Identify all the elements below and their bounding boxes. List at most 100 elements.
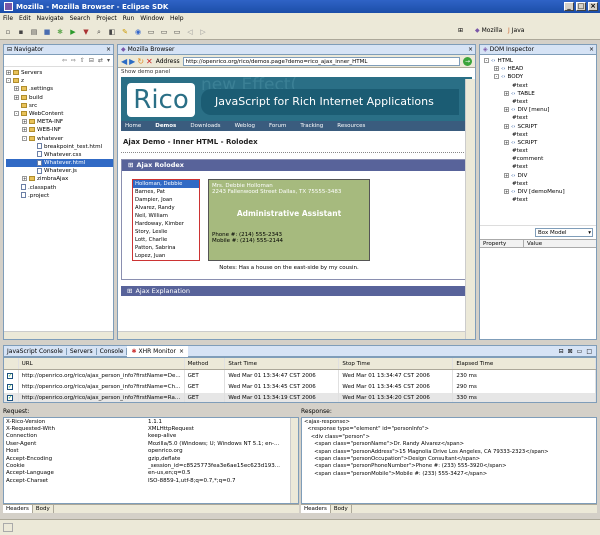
nav-up-icon[interactable]: ⇧ bbox=[80, 57, 85, 64]
collapse-icon[interactable]: - bbox=[484, 58, 489, 63]
site-nav-forum[interactable]: Forum bbox=[269, 123, 286, 129]
request-tab-headers[interactable]: Headers bbox=[3, 505, 33, 513]
go-button[interactable]: → bbox=[463, 56, 472, 66]
edit-icon[interactable]: ✎ bbox=[120, 27, 130, 37]
request-header-row[interactable]: X-Requested-With XMLHttpRequest bbox=[4, 425, 280, 432]
response-tab-body[interactable]: Body bbox=[331, 505, 352, 513]
dom-node[interactable]: #text bbox=[484, 163, 596, 171]
navigator-tree-item[interactable]: breakpoint_test.html bbox=[6, 143, 113, 151]
navigator-close-icon[interactable]: × bbox=[106, 46, 111, 53]
menu-navigate[interactable]: Navigate bbox=[37, 15, 64, 22]
run-icon[interactable]: ▶ bbox=[68, 27, 78, 37]
dom-node[interactable]: #comment bbox=[484, 155, 596, 163]
new-server-icon[interactable]: ■ bbox=[42, 27, 52, 37]
menu-window[interactable]: Window bbox=[140, 15, 164, 22]
expand-icon[interactable]: + bbox=[14, 86, 19, 92]
name-list-item[interactable]: Alvarez, Randy bbox=[133, 204, 199, 212]
property-column[interactable]: Property bbox=[480, 240, 524, 247]
stop-button[interactable]: ✕ bbox=[146, 57, 153, 66]
xhr-col-header[interactable]: Elapsed Time bbox=[452, 358, 596, 370]
navigator-tree-item[interactable]: + WEB-INF bbox=[6, 126, 113, 134]
name-list-item[interactable]: Patton, Sabrina bbox=[133, 244, 199, 252]
dom-node[interactable]: #text bbox=[484, 82, 596, 90]
close-button[interactable]: × bbox=[588, 2, 598, 11]
layout3-icon[interactable]: ▭ bbox=[172, 27, 182, 37]
dom-node[interactable]: - ‹› BODY bbox=[484, 73, 596, 81]
expand-icon[interactable]: + bbox=[504, 90, 509, 96]
xhr-close-icon[interactable]: × bbox=[179, 348, 184, 355]
browser-tab[interactable]: ◆ Mozilla Browser × bbox=[118, 45, 475, 55]
navigator-tree-item[interactable]: src bbox=[6, 102, 113, 110]
dom-node[interactable]: #text bbox=[484, 196, 596, 204]
request-tab-body[interactable]: Body bbox=[33, 505, 54, 513]
request-vscrollbar[interactable] bbox=[290, 418, 298, 503]
new-icon[interactable]: ▫ bbox=[3, 27, 13, 37]
link-editor-icon[interactable]: ⇄ bbox=[98, 57, 103, 64]
expand-icon[interactable]: + bbox=[504, 172, 509, 178]
nav-back-icon[interactable]: ⇦ bbox=[62, 57, 67, 64]
menu-edit[interactable]: Edit bbox=[19, 15, 31, 22]
collapse-icon[interactable]: - bbox=[494, 74, 499, 80]
tab-servers[interactable]: Servers bbox=[67, 347, 97, 355]
site-nav-home[interactable]: Home bbox=[125, 123, 141, 129]
expand-icon[interactable]: + bbox=[22, 119, 27, 125]
search-icon[interactable]: ⌕ bbox=[94, 27, 104, 37]
globe-icon[interactable]: ◉ bbox=[133, 27, 143, 37]
request-header-row[interactable]: Host openrico.org bbox=[4, 448, 280, 455]
navigator-tree-item[interactable]: - whatever bbox=[6, 135, 113, 143]
navigator-tab[interactable]: ⊟ Navigator × bbox=[4, 45, 113, 55]
expand-icon[interactable]: + bbox=[504, 107, 509, 113]
expand-icon[interactable]: + bbox=[22, 127, 27, 133]
open-perspective-icon[interactable]: ⊞ bbox=[458, 27, 463, 34]
collapse-icon[interactable]: - bbox=[14, 110, 19, 116]
menu-project[interactable]: Project bbox=[96, 15, 117, 22]
dom-node[interactable]: #text bbox=[484, 180, 596, 188]
menu-run[interactable]: Run bbox=[123, 15, 135, 22]
maximize-view-icon[interactable]: □ bbox=[586, 348, 592, 355]
site-nav-downloads[interactable]: Downloads bbox=[190, 123, 220, 129]
dom-node[interactable]: #text bbox=[484, 147, 596, 155]
name-list-item[interactable]: Neil, William bbox=[133, 212, 199, 220]
fast-view-icon[interactable] bbox=[3, 523, 13, 532]
value-column[interactable]: Value bbox=[524, 240, 542, 247]
browser-vscrollbar[interactable] bbox=[465, 79, 475, 339]
navigator-tree-item[interactable]: Whatever.js bbox=[6, 167, 113, 175]
navigator-tree-item[interactable]: + META-INF bbox=[6, 118, 113, 126]
xhr-row[interactable]: ✓ http://openrico.org/rico/ajax_person_in… bbox=[4, 381, 596, 393]
dom-node[interactable]: - ‹› HTML bbox=[484, 57, 596, 65]
dom-node[interactable]: #text bbox=[484, 114, 596, 122]
request-header-row[interactable]: Connection keep-alive bbox=[4, 433, 280, 440]
view-menu-icon[interactable]: ▾ bbox=[107, 57, 110, 64]
names-listbox[interactable]: Holloman, Debbie Barnes, Pat Dampier, Joan… bbox=[132, 179, 200, 261]
xhr-col-header[interactable]: Method bbox=[184, 358, 226, 370]
dom-node[interactable]: + ‹› HEAD bbox=[484, 65, 596, 73]
dom-node[interactable]: + ‹› DIV [menu] bbox=[484, 106, 596, 114]
row-checkbox[interactable]: ✓ bbox=[7, 383, 13, 390]
collapse-icon[interactable]: - bbox=[6, 78, 11, 84]
forward-nav-icon[interactable]: ▷ bbox=[198, 27, 208, 37]
xhr-monitor-tab[interactable]: ✱ XHR Monitor × bbox=[127, 345, 189, 357]
request-header-row[interactable]: Accept-Encoding gzip,deflate bbox=[4, 455, 280, 462]
back-nav-icon[interactable]: ◁ bbox=[185, 27, 195, 37]
menu-search[interactable]: Search bbox=[70, 15, 91, 22]
pin-icon[interactable]: ⊟ bbox=[559, 348, 564, 355]
debug-icon[interactable]: ✱ bbox=[55, 27, 65, 37]
layout-icon[interactable]: ▭ bbox=[146, 27, 156, 37]
name-list-item[interactable]: Lopez, Juan bbox=[133, 252, 199, 260]
perspective-mozilla[interactable]: ◆ Mozilla bbox=[475, 27, 502, 34]
xhr-row[interactable]: ✓ http://openrico.org/rico/ajax_person_in… bbox=[4, 392, 596, 402]
xhr-col-header[interactable] bbox=[4, 358, 19, 370]
save-icon[interactable]: ▪ bbox=[16, 27, 26, 37]
dom-inspector-tab[interactable]: ◈ DOM Inspector × bbox=[480, 45, 596, 55]
minimize-view-icon[interactable]: ▭ bbox=[577, 348, 583, 355]
site-nav-demos[interactable]: Demos bbox=[155, 123, 176, 129]
row-checkbox-cell[interactable]: ✓ bbox=[4, 381, 19, 393]
request-header-row[interactable]: X-Rico-Version 1.1.1 bbox=[4, 418, 280, 425]
response-body[interactable]: <ajax-response> <response type="element"… bbox=[301, 417, 597, 504]
rolodex-panel-header[interactable]: ⊞ Ajax Rolodex bbox=[122, 160, 471, 171]
name-list-item[interactable]: Lott, Charlie bbox=[133, 236, 199, 244]
expand-icon[interactable]: + bbox=[22, 176, 27, 182]
perspective-java[interactable]: J Java bbox=[508, 27, 524, 34]
request-header-row[interactable]: Cookie _session_id=c8525773fea3e6ae15ec62… bbox=[4, 462, 280, 469]
maximize-button[interactable]: □ bbox=[576, 2, 586, 11]
